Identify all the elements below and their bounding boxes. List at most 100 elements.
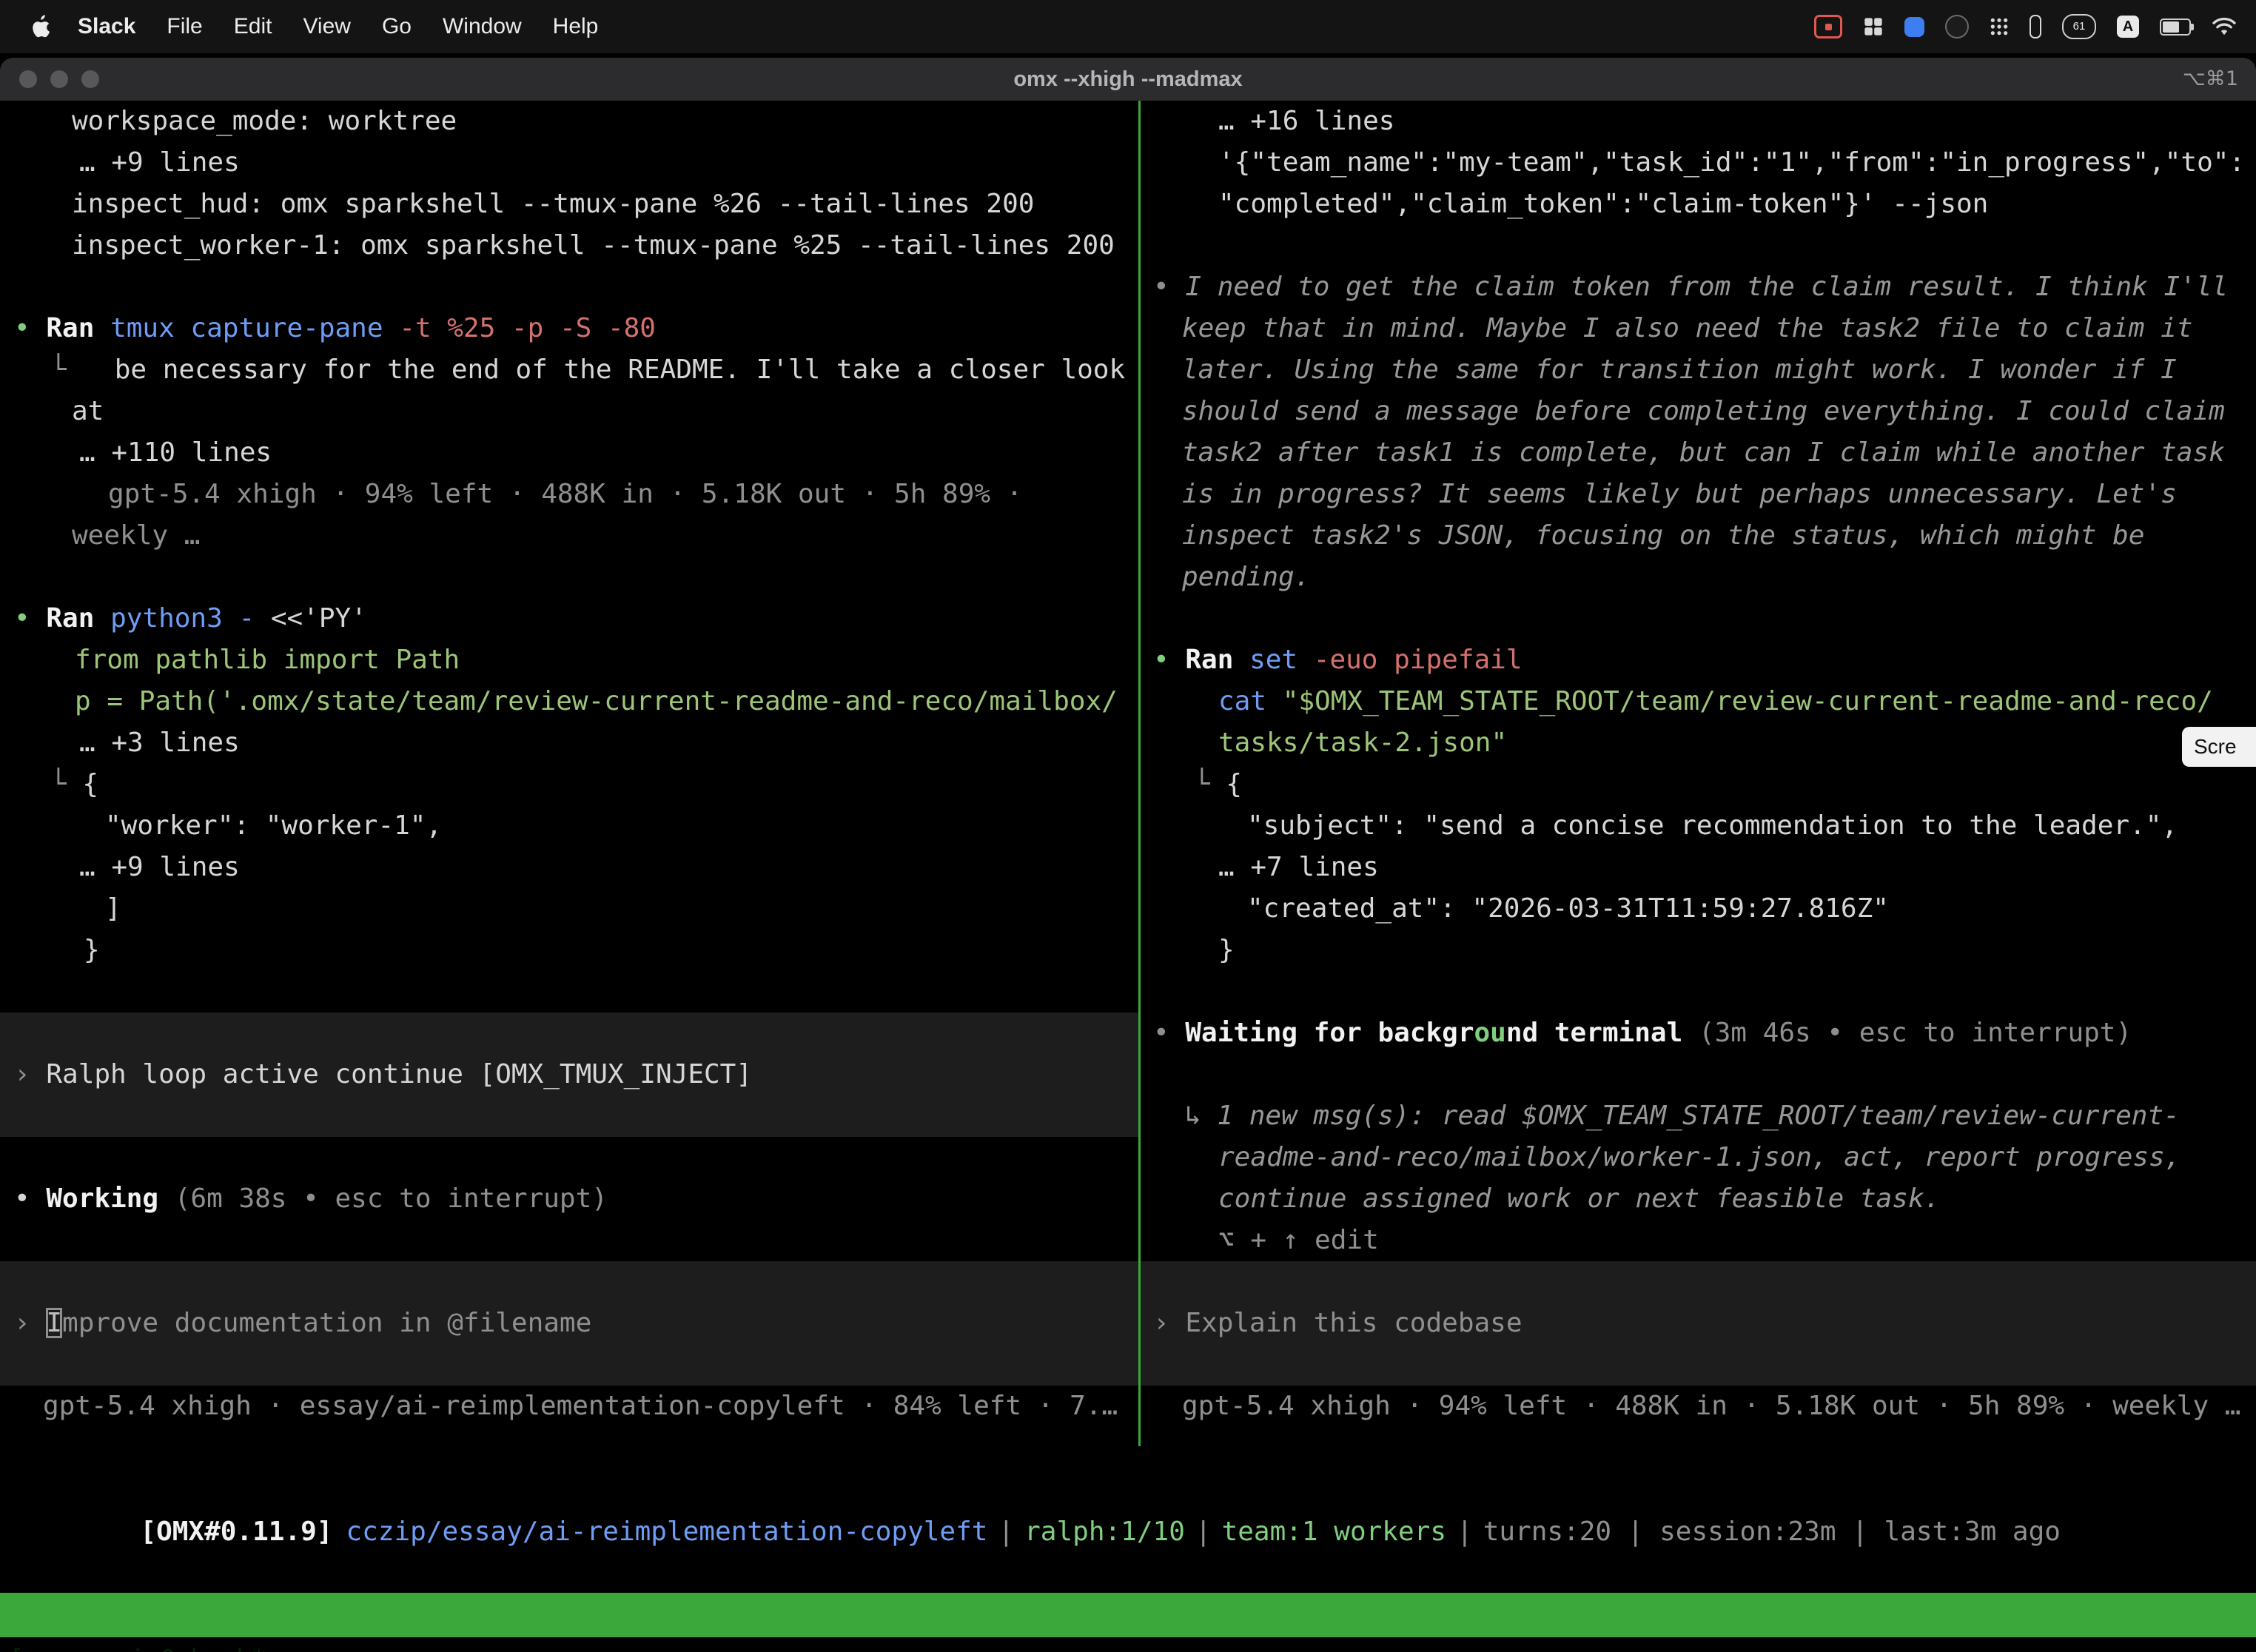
menu-bar-left: Slack File Edit View Go Window Help	[0, 14, 614, 39]
prompt-line: › Ralph loop active continue [OMX_TMUX_I…	[0, 1054, 1138, 1095]
terminal-line: • Ran tmux capture-pane -t %25 -p -S -80	[0, 308, 1138, 349]
terminal-line	[0, 1137, 1138, 1178]
wifi-icon[interactable]	[2212, 16, 2237, 37]
terminal-line	[1141, 225, 2256, 266]
tmux-session-name[interactable]: [omx-cczip0:bash*	[9, 1637, 266, 1652]
terminal-line	[0, 557, 1138, 598]
screen-recording-icon[interactable]	[1814, 15, 1842, 38]
terminal-line	[0, 1220, 1138, 1261]
window-title: omx --xhigh --madmax	[0, 58, 2256, 101]
terminal-line: ⌥ + ↑ edit	[1141, 1220, 2256, 1261]
terminal-line: inspect_worker-1: omx sparkshell --tmux-…	[0, 225, 1138, 266]
terminal-line	[0, 1344, 1138, 1386]
terminal-line: inspect task2's JSON, focusing on the st…	[1141, 515, 2256, 557]
terminal-line	[0, 1261, 1138, 1303]
menu-item-help[interactable]: Help	[537, 14, 614, 39]
terminal-line	[0, 1095, 1138, 1137]
input-source-icon[interactable]: A	[2117, 16, 2139, 38]
terminal-line: inspect_hud: omx sparkshell --tmux-pane …	[0, 184, 1138, 225]
grid-icon[interactable]	[1863, 16, 1884, 37]
terminal-line: • Ran python3 - <<'PY'	[0, 598, 1138, 639]
prompt-line: › Explain this codebase	[1141, 1303, 2256, 1344]
terminal-line: pending.	[1141, 557, 2256, 598]
menu-bar-status-icons: 61 A	[1814, 14, 2256, 39]
terminal-line: weekly …	[0, 515, 1138, 557]
terminal-line: tasks/task-2.json"	[1141, 722, 2256, 764]
terminal-line: readme-and-reco/mailbox/worker-1.json, a…	[1141, 1137, 2256, 1178]
desktop: Slack File Edit View Go Window Help 61 A	[0, 0, 2256, 1652]
terminal-line: … +110 lines	[0, 432, 1138, 474]
terminal-line	[1141, 1344, 2256, 1386]
terminal-line: … +16 lines	[1141, 101, 2256, 142]
terminal-line: ↳ 1 new msg(s): read $OMX_TEAM_STATE_ROO…	[1141, 1095, 2256, 1137]
screen-overlay-button[interactable]: Scre	[2182, 727, 2256, 767]
menu-app-name[interactable]: Slack	[62, 14, 151, 39]
terminal-content[interactable]: workspace_mode: worktree… +9 linesinspec…	[0, 101, 2256, 1652]
terminal-line: keep that in mind. Maybe I also need the…	[1141, 308, 2256, 349]
terminal-line: • Waiting for background terminal (3m 46…	[1141, 1013, 2256, 1054]
terminal-line: "created_at": "2026-03-31T11:59:27.816Z"	[1141, 888, 2256, 930]
terminal-line: … +7 lines	[1141, 847, 2256, 888]
terminal-line: … +3 lines	[0, 722, 1138, 764]
battery-percent-badge[interactable]: 61	[2062, 14, 2096, 39]
omx-status-line: [OMX#0.11.9]cczip/essay/ai-reimplementat…	[0, 1470, 2061, 1511]
menu-item-view[interactable]: View	[287, 14, 366, 39]
sidecar-icon[interactable]	[2030, 15, 2041, 38]
pane-left[interactable]: workspace_mode: worktree… +9 linesinspec…	[0, 101, 1138, 1427]
battery-icon[interactable]	[2160, 19, 2191, 36]
tmux-status-bar: [omx-cczip0:bash* "MacBook-Pro-44.local"…	[0, 1593, 2256, 1637]
terminal-line: • Working (6m 38s • esc to interrupt)	[0, 1178, 1138, 1220]
terminal-line: gpt-5.4 xhigh · 94% left · 488K in · 5.1…	[1141, 1386, 2256, 1427]
terminal-line: later. Using the same for transition mig…	[1141, 349, 2256, 391]
app-blue-icon[interactable]	[1904, 17, 1924, 37]
terminal-line: '{"team_name":"my-team","task_id":"1","f…	[1141, 142, 2256, 184]
window-shortcut-hint: ⌥⌘1	[2183, 58, 2238, 101]
pane-right[interactable]: … +16 lines'{"team_name":"my-team","task…	[1141, 101, 2256, 1427]
terminal-line: • Ran set -euo pipefail	[1141, 639, 2256, 681]
menu-item-file[interactable]: File	[151, 14, 218, 39]
terminal-line: … +9 lines	[0, 847, 1138, 888]
terminal-line	[1141, 1054, 2256, 1095]
terminal-line	[0, 266, 1138, 308]
terminal-line: }	[0, 930, 1138, 971]
terminal-line: }	[1141, 930, 2256, 971]
apple-menu-icon[interactable]	[30, 14, 52, 39]
omx-version: [OMX#0.11.9]	[140, 1517, 332, 1547]
terminal-line: ]	[0, 888, 1138, 930]
terminal-line	[0, 971, 1138, 1013]
terminal-line: … +9 lines	[0, 142, 1138, 184]
menu-item-window[interactable]: Window	[427, 14, 537, 39]
separator: |	[1185, 1517, 1222, 1547]
terminal-line: from pathlib import Path	[0, 639, 1138, 681]
terminal-line	[1141, 598, 2256, 639]
terminal-line: gpt-5.4 xhigh · essay/ai-reimplementatio…	[0, 1386, 1138, 1427]
terminal-line: is in progress? It seems likely but perh…	[1141, 474, 2256, 515]
terminal-line: └ be necessary for the end of the README…	[0, 349, 1138, 391]
terminal-line: task2 after task1 is complete, but can I…	[1141, 432, 2256, 474]
terminal-line: p = Path('.omx/state/team/review-current…	[0, 681, 1138, 722]
terminal-window: omx --xhigh --madmax ⌥⌘1 workspace_mode:…	[0, 58, 2256, 1652]
separator: |	[1446, 1517, 1483, 1547]
dots-grid-icon[interactable]	[1990, 17, 2009, 36]
prompt-line: › Improve documentation in @filename	[0, 1303, 1138, 1344]
terminal-line: "worker": "worker-1",	[0, 805, 1138, 847]
terminal-line: "completed","claim_token":"claim-token"}…	[1141, 184, 2256, 225]
omx-team-workers: team:1 workers	[1222, 1517, 1446, 1547]
terminal-line: └ {	[1141, 764, 2256, 805]
terminal-line	[1141, 971, 2256, 1013]
window-titlebar[interactable]: omx --xhigh --madmax ⌥⌘1	[0, 58, 2256, 101]
terminal-line: gpt-5.4 xhigh · 94% left · 488K in · 5.1…	[0, 474, 1138, 515]
terminal-line: • I need to get the claim token from the…	[1141, 266, 2256, 308]
terminal-line: should send a message before completing …	[1141, 391, 2256, 432]
terminal-line: cat "$OMX_TEAM_STATE_ROOT/team/review-cu…	[1141, 681, 2256, 722]
terminal-line: "subject": "send a concise recommendatio…	[1141, 805, 2256, 847]
terminal-line: workspace_mode: worktree	[0, 101, 1138, 142]
menu-item-go[interactable]: Go	[366, 14, 427, 39]
omx-repo: cczip/essay/ai-reimplementation-copyleft	[346, 1517, 987, 1547]
menu-item-edit[interactable]: Edit	[218, 14, 288, 39]
menu-bar: Slack File Edit View Go Window Help 61 A	[0, 0, 2256, 53]
terminal-line: continue assigned work or next feasible …	[1141, 1178, 2256, 1220]
app-dark-icon[interactable]	[1945, 15, 1969, 38]
terminal-line	[0, 1013, 1138, 1054]
terminal-line: └ {	[0, 764, 1138, 805]
